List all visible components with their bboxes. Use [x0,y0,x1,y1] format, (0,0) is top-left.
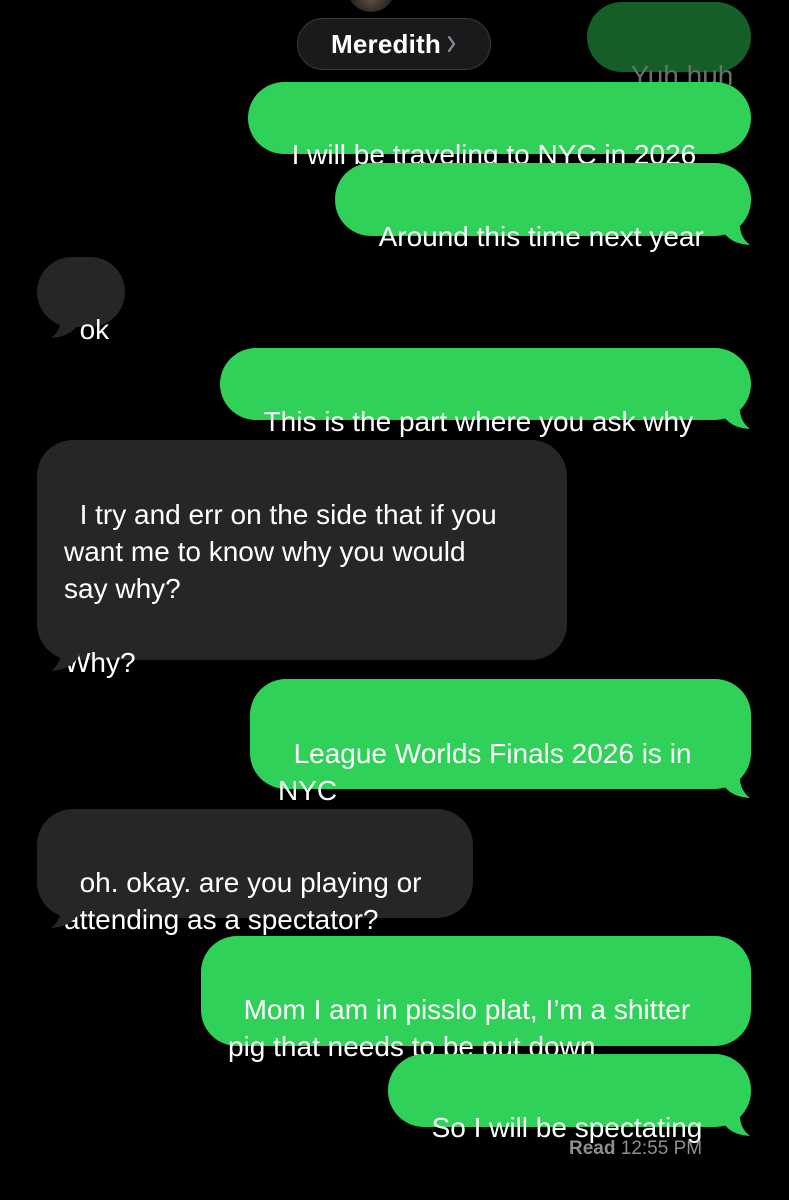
bubble-tail [722,1109,750,1136]
read-time: 12:55 PM [620,1138,703,1159]
message-text: League Worlds Finals 2026 is in NYC [278,738,692,806]
message-text: Mom I am in pisslo plat, I’m a shitter p… [228,994,691,1062]
bubble-tail [722,402,750,429]
read-receipt: Read 12:55 PM [569,1138,702,1160]
contact-name: Meredith [331,28,441,59]
message-text: oh. okay. are you playing or attending a… [64,867,422,935]
message-bubble-sent[interactable]: Mom I am in pisslo plat, I’m a shitter p… [201,936,751,1062]
message-bubble-sent[interactable]: League Worlds Finals 2026 is in NYC [250,679,751,806]
message-bubble-sent[interactable]: Yuh huh [587,2,751,91]
message-bubble-sent[interactable]: So I will be spectating [388,1054,751,1143]
bubble-tail [51,644,79,671]
chevron-right-icon [447,34,457,54]
bubble-tail [722,218,750,245]
bubble-tail [51,311,79,338]
message-bubble-received[interactable]: I try and err on the side that if you wa… [37,440,567,678]
message-text: Around this time next year [378,221,704,252]
bubble-tail [51,901,79,928]
bubble-tail [722,771,750,798]
contact-avatar[interactable] [348,0,394,12]
message-bubble-received[interactable]: oh. okay. are you playing or attending a… [37,809,473,935]
message-text: ok [79,314,110,345]
message-text: This is the part where you ask why [263,406,694,437]
message-bubble-sent[interactable]: This is the part where you ask why [220,348,751,437]
message-text: I try and err on the side that if you wa… [64,499,497,678]
message-bubble-sent[interactable]: Around this time next year [335,163,751,252]
contact-header-button[interactable]: Meredith [297,18,491,70]
message-bubble-sent[interactable]: I will be traveling to NYC in 2026 [248,82,751,170]
read-label: Read [569,1138,616,1159]
